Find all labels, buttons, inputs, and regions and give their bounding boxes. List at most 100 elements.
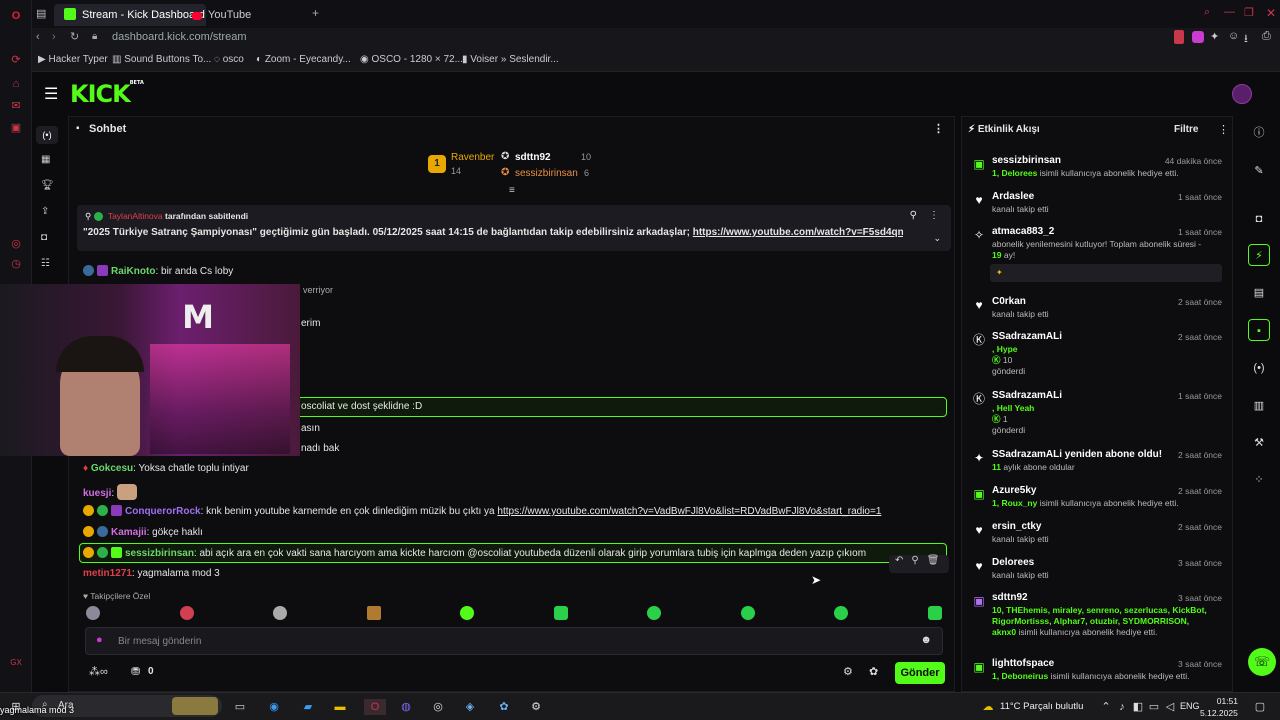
- event-user[interactable]: SSadrazamALi yeniden abone oldu!: [992, 449, 1162, 460]
- emote-icon[interactable]: [647, 606, 661, 620]
- microphone-tray-icon[interactable]: ♪: [1114, 699, 1130, 715]
- bookmark-item[interactable]: ◌ osco: [214, 54, 244, 65]
- broadcast-icon[interactable]: (•): [1248, 357, 1270, 379]
- clock-date[interactable]: 5.12.2025: [1200, 708, 1238, 718]
- chat-menu-icon[interactable]: ⋮: [933, 117, 944, 141]
- bookmark-item[interactable]: ◉ OSCO - 1280 × 72...: [360, 54, 463, 65]
- chat-link[interactable]: https://www.youtube.com/watch?v=VadBwFJl…: [497, 506, 881, 517]
- points-icon[interactable]: ⁂∞: [89, 665, 108, 678]
- edit-icon[interactable]: ✎: [1248, 160, 1270, 182]
- emote-icon[interactable]: [273, 606, 287, 620]
- event-user[interactable]: Azure5ky: [992, 485, 1036, 496]
- opera-gx-icon[interactable]: O: [364, 699, 386, 715]
- capture-icon[interactable]: ◘: [1248, 208, 1270, 230]
- edge-icon[interactable]: ◉: [266, 699, 282, 715]
- chat-username[interactable]: RaiKnoto: [111, 266, 155, 277]
- stats-icon[interactable]: ▦: [41, 154, 50, 165]
- delete-icon[interactable]: 🗑︎: [927, 555, 940, 566]
- puzzle-icon[interactable]: ✦: [1210, 30, 1219, 43]
- kick-logo[interactable]: KICKBETA: [70, 80, 144, 108]
- discord-icon[interactable]: ◍: [398, 699, 414, 715]
- upload-icon[interactable]: ⇪: [41, 206, 49, 217]
- activity-menu-icon[interactable]: ⋮: [1218, 123, 1229, 136]
- gifter-name[interactable]: sdttn92: [515, 152, 551, 163]
- pinned-menu-icon[interactable]: ⋮: [929, 210, 939, 221]
- chevron-down-icon[interactable]: ⌄: [933, 233, 941, 244]
- hamburger-menu-icon[interactable]: ☰: [44, 84, 58, 104]
- emote-icon[interactable]: [86, 606, 100, 620]
- task-view-icon[interactable]: ▭: [232, 699, 248, 715]
- expand-gifters-icon[interactable]: ≡: [509, 185, 515, 196]
- maximize-button[interactable]: ❐: [1244, 6, 1254, 19]
- emote-icon[interactable]: [554, 606, 568, 620]
- file-explorer-icon[interactable]: ▬: [332, 699, 348, 715]
- filter-button[interactable]: Filtre: [1174, 124, 1198, 135]
- close-window-button[interactable]: ✕: [1266, 6, 1276, 20]
- trophy-icon[interactable]: 🏆︎: [41, 180, 54, 191]
- emote-icon[interactable]: [367, 606, 381, 620]
- pinned-by-user[interactable]: TaylanAltinova: [108, 211, 163, 221]
- chat-input[interactable]: ● Bir mesaj gönderin ☻: [85, 627, 943, 655]
- emote-icon[interactable]: [741, 606, 755, 620]
- forward-icon[interactable]: ›: [52, 31, 56, 43]
- emote-icon[interactable]: [180, 606, 194, 620]
- clock-time[interactable]: 01:51: [1212, 696, 1238, 706]
- emote-icon[interactable]: [460, 606, 474, 620]
- emote-icon[interactable]: [834, 606, 848, 620]
- tray-app-icon[interactable]: ◧: [1130, 699, 1146, 715]
- volume-icon[interactable]: ◁: [1162, 699, 1178, 715]
- chat-username[interactable]: Gokcesu: [91, 463, 133, 474]
- app-icon[interactable]: ▰: [300, 699, 316, 715]
- bookmark-item[interactable]: ▥ Sound Buttons To...: [112, 54, 211, 65]
- gifter-name[interactable]: Ravenber: [451, 152, 494, 163]
- back-icon[interactable]: ‹: [36, 31, 40, 43]
- event-user[interactable]: SSadrazamALi: [992, 390, 1062, 401]
- unpin-icon[interactable]: ⚲: [910, 210, 917, 221]
- language-indicator[interactable]: ENG: [1180, 701, 1200, 711]
- extension-icon[interactable]: [1192, 31, 1204, 43]
- chat-icon[interactable]: ▪: [1248, 319, 1270, 341]
- pinned-link[interactable]: https://www.youtube.com/watch?v=F5sd4qnZ…: [693, 227, 903, 238]
- drop-icon[interactable]: ⛃︎: [131, 665, 140, 678]
- steam-icon[interactable]: ◈: [462, 699, 478, 715]
- wrench-icon[interactable]: ⚒: [1248, 432, 1270, 454]
- snapshot-icon[interactable]: ⎙: [1262, 30, 1271, 43]
- stream-icon[interactable]: (•): [36, 126, 58, 144]
- event-user[interactable]: C0rkan: [992, 296, 1026, 307]
- chat-username[interactable]: ConquerorRock: [125, 506, 201, 517]
- badge-settings-icon[interactable]: ✿: [869, 665, 878, 678]
- apps-icon[interactable]: ⁘: [1248, 469, 1270, 491]
- weather-text[interactable]: 11°C Parçalı bulutlu: [1000, 701, 1083, 712]
- reload-icon[interactable]: ↻: [70, 30, 79, 43]
- clock-icon[interactable]: ◷: [8, 256, 24, 272]
- sidebar-app-icon[interactable]: ◎: [8, 236, 24, 252]
- bookmark-item[interactable]: ▮ Voiser » Seslendir...: [462, 54, 559, 65]
- camera-icon[interactable]: ◘: [41, 232, 47, 243]
- event-user[interactable]: ersin_ctky: [992, 521, 1041, 532]
- search-icon[interactable]: ⌕: [1204, 6, 1210, 19]
- opera-logo-icon[interactable]: O: [8, 8, 24, 24]
- emote-icon[interactable]: [928, 606, 942, 620]
- support-chat-icon[interactable]: ☏: [1248, 648, 1276, 676]
- profile-avatar[interactable]: [1232, 84, 1252, 104]
- send-button[interactable]: Gönder: [895, 662, 945, 684]
- app-icon[interactable]: ✿: [496, 699, 512, 715]
- minimize-button[interactable]: —: [1224, 6, 1235, 18]
- tab-menu-icon[interactable]: ▤: [36, 7, 46, 20]
- event-user[interactable]: SSadrazamALi: [992, 331, 1062, 342]
- users-icon[interactable]: ☷: [41, 258, 50, 269]
- gx-icon[interactable]: GX: [8, 655, 24, 671]
- layout-icon[interactable]: ▥: [1248, 395, 1270, 417]
- bookmark-flag-icon[interactable]: [1174, 30, 1184, 44]
- tray-chevron-icon[interactable]: ⌃: [1098, 699, 1114, 715]
- reply-icon[interactable]: ↶: [895, 555, 903, 566]
- activity-feed-icon[interactable]: ⚡︎: [1248, 244, 1270, 266]
- event-user[interactable]: atmaca883_2: [992, 226, 1054, 237]
- event-user[interactable]: sdttn92: [992, 592, 1028, 603]
- document-icon[interactable]: ▤: [1248, 282, 1270, 304]
- emoji-icon[interactable]: ☻: [920, 634, 932, 646]
- settings-icon[interactable]: ⚙: [843, 665, 853, 678]
- user-icon[interactable]: ☺: [1228, 30, 1239, 42]
- sidebar-app-icon[interactable]: ⌂: [8, 76, 24, 92]
- chat-username[interactable]: kuesji: [83, 488, 111, 499]
